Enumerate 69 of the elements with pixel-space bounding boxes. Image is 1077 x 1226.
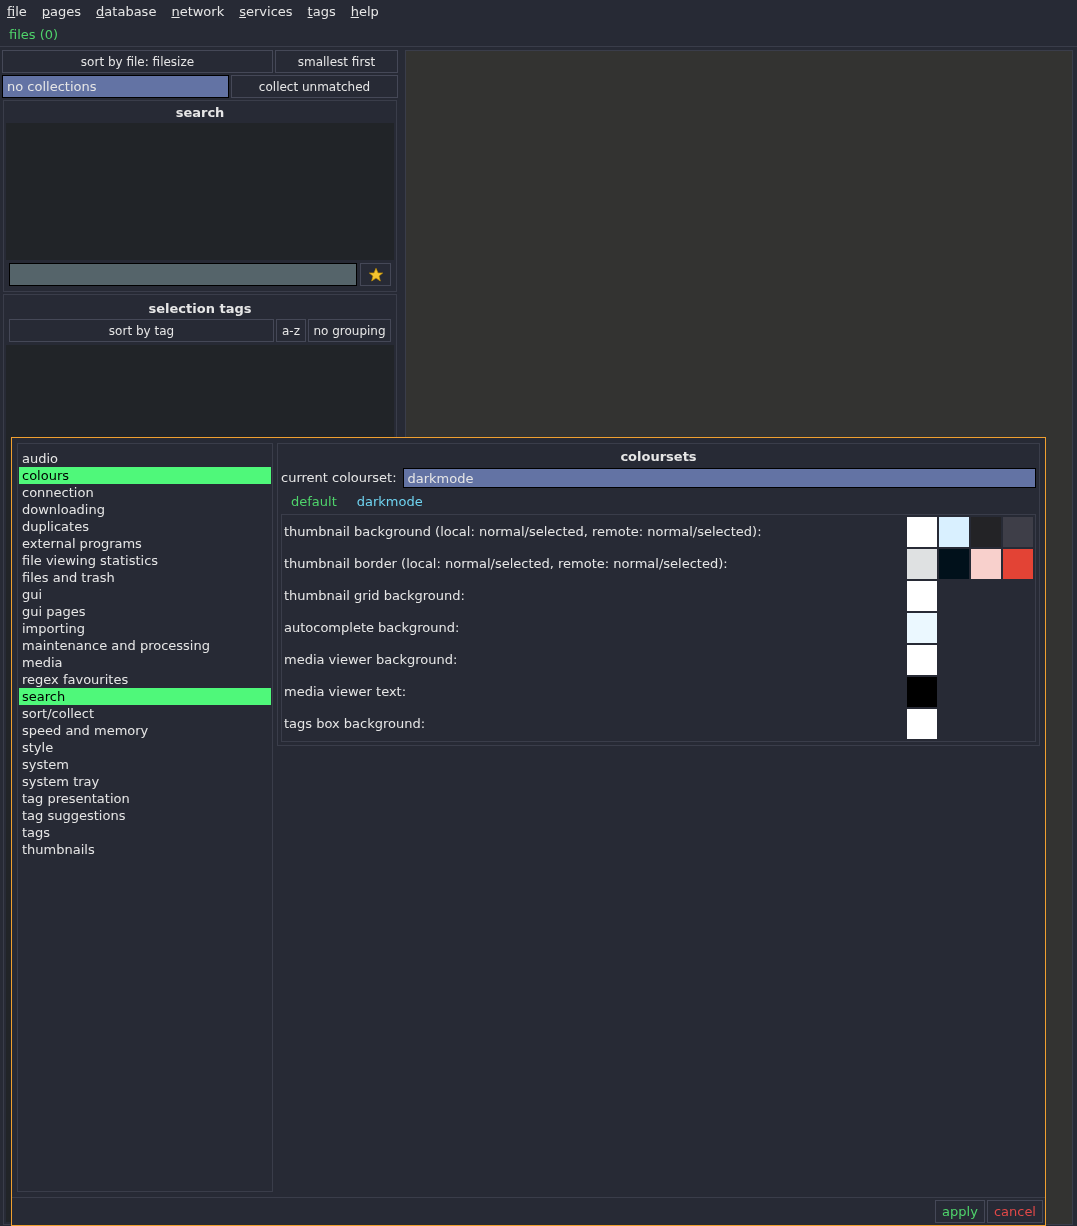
panel-title: selection tags <box>147 300 253 318</box>
colour-label: media viewer text: <box>284 683 408 702</box>
menu-item[interactable]: services <box>239 1 293 22</box>
colour-swatch[interactable] <box>939 517 969 547</box>
category-item[interactable]: colours <box>19 467 271 484</box>
category-item[interactable]: audio <box>19 450 271 467</box>
category-item[interactable]: importing <box>19 620 271 637</box>
grouping-dropdown[interactable]: no grouping <box>308 319 391 342</box>
colour-swatch[interactable] <box>907 549 937 579</box>
category-item[interactable]: system tray <box>19 773 271 790</box>
colourset-tab[interactable]: darkmode <box>356 491 423 512</box>
tag-sort-dropdown[interactable]: sort by tag <box>9 319 274 342</box>
star-icon <box>367 266 384 283</box>
cancel-button[interactable]: cancel <box>986 1200 1043 1223</box>
colour-label: autocomplete background: <box>284 619 461 638</box>
apply-button[interactable]: apply <box>935 1200 985 1223</box>
category-item[interactable]: speed and memory <box>19 722 271 739</box>
category-item[interactable]: search <box>19 688 271 705</box>
category-item[interactable]: sort/collect <box>19 705 271 722</box>
colourset-tab[interactable]: default <box>291 491 337 512</box>
menu-item[interactable]: help <box>350 1 379 22</box>
colour-swatch[interactable] <box>907 581 937 611</box>
collect-unmatched-button[interactable]: collect unmatched <box>231 75 398 98</box>
colour-swatch[interactable] <box>907 709 937 739</box>
category-item[interactable]: tag suggestions <box>19 807 271 824</box>
category-item[interactable]: media <box>19 654 271 671</box>
menu-item[interactable]: file <box>7 1 27 22</box>
colour-label: thumbnail background (local: normal/selected, remote: normal/selected): <box>284 523 763 542</box>
category-item[interactable]: system <box>19 756 271 773</box>
colour-swatch[interactable] <box>907 517 937 547</box>
colour-swatch[interactable] <box>939 549 969 579</box>
colour-label: tags box background: <box>284 715 427 734</box>
menu-item[interactable]: pages <box>41 1 82 22</box>
category-item[interactable]: duplicates <box>19 518 271 535</box>
category-item[interactable]: gui <box>19 586 271 603</box>
menu-item[interactable]: network <box>171 1 225 22</box>
colour-swatch[interactable] <box>907 645 937 675</box>
collect-dropdown[interactable]: no collections <box>2 75 229 98</box>
colourset-dropdown[interactable]: darkmode <box>402 468 1036 488</box>
sort-order-button[interactable]: smallest first <box>275 50 398 73</box>
category-item[interactable]: tag presentation <box>19 790 271 807</box>
panel-title: search <box>174 104 226 122</box>
search-input[interactable] <box>9 263 357 286</box>
category-item[interactable]: gui pages <box>19 603 271 620</box>
colour-label: media viewer background: <box>284 651 459 670</box>
category-item[interactable]: tags <box>19 824 271 841</box>
menu-item[interactable]: tags <box>307 1 336 22</box>
favourites-button[interactable] <box>360 263 391 286</box>
category-item[interactable]: external programs <box>19 535 271 552</box>
category-item[interactable]: files and trash <box>19 569 271 586</box>
panel-title: coloursets <box>619 448 698 466</box>
tag-order-button[interactable]: a-z <box>276 319 306 342</box>
field-label: current colourset: <box>281 469 397 488</box>
colour-swatch[interactable] <box>1003 549 1033 579</box>
category-item[interactable]: regex favourites <box>19 671 271 688</box>
colour-label: thumbnail border (local: normal/selected, remote: normal/selected): <box>284 555 729 574</box>
category-item[interactable]: connection <box>19 484 271 501</box>
colour-swatch[interactable] <box>907 677 937 707</box>
sort-dropdown[interactable]: sort by file: filesize <box>2 50 273 73</box>
category-item[interactable]: downloading <box>19 501 271 518</box>
category-item[interactable]: style <box>19 739 271 756</box>
category-item[interactable]: thumbnails <box>19 841 271 858</box>
colour-swatch[interactable] <box>971 549 1001 579</box>
colour-label: thumbnail grid background: <box>284 587 466 606</box>
colour-swatch[interactable] <box>907 613 937 643</box>
category-item[interactable]: maintenance and processing <box>19 637 271 654</box>
page-tab[interactable]: files (0) <box>9 24 59 45</box>
menu-item[interactable]: database <box>96 1 157 22</box>
category-item[interactable]: file viewing statistics <box>19 552 271 569</box>
